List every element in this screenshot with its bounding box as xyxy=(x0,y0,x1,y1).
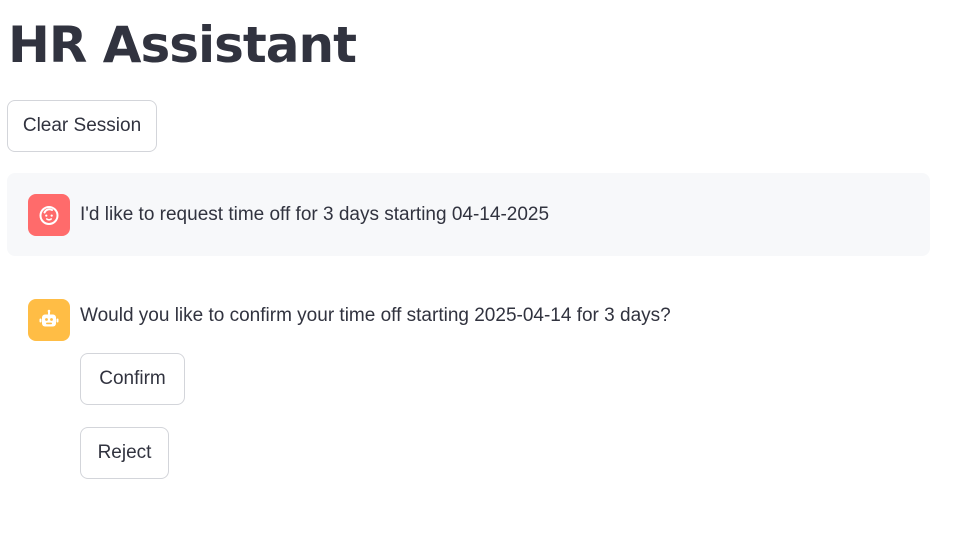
chat-message-user: I'd like to request time off for 3 days … xyxy=(7,173,930,256)
user-avatar xyxy=(28,194,70,236)
assistant-message-text: Would you like to confirm your time off … xyxy=(80,305,671,326)
reject-button[interactable]: Reject xyxy=(80,427,169,479)
clear-session-button[interactable]: Clear Session xyxy=(7,100,157,152)
assistant-avatar xyxy=(28,299,70,341)
confirm-button[interactable]: Confirm xyxy=(80,353,185,405)
chat-message-assistant: Would you like to confirm your time off … xyxy=(7,285,930,345)
user-message-text: I'd like to request time off for 3 days … xyxy=(80,204,550,225)
robot-icon xyxy=(39,309,59,327)
user-face-icon xyxy=(39,206,59,225)
page-title: HR Assistant xyxy=(8,16,357,74)
